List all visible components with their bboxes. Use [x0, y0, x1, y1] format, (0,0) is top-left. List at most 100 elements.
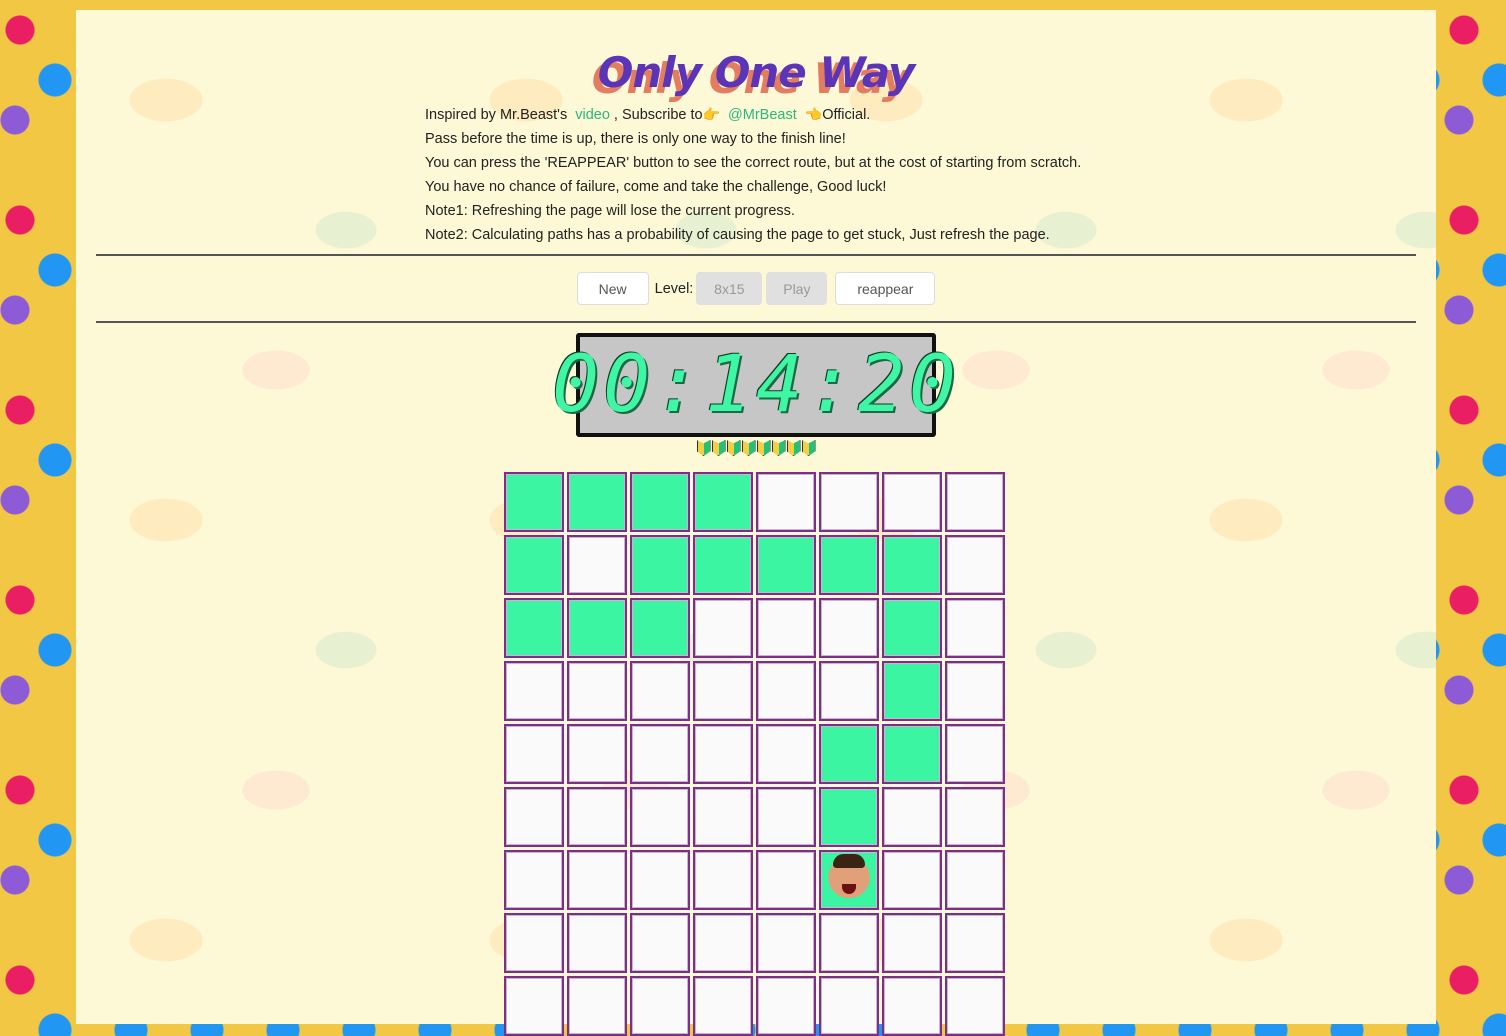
board-cell[interactable] — [756, 913, 816, 973]
path-cell[interactable] — [630, 535, 690, 595]
life-badge-icon — [771, 440, 786, 456]
board-cell[interactable] — [693, 724, 753, 784]
life-badge-icon — [756, 440, 771, 456]
level-label: Level: — [654, 280, 694, 297]
path-cell[interactable] — [567, 598, 627, 658]
intro-line-4: You have no chance of failure, come and … — [425, 179, 887, 195]
path-cell[interactable] — [882, 724, 942, 784]
board-cell[interactable] — [756, 850, 816, 910]
board-cell[interactable] — [504, 976, 564, 1036]
board-cell[interactable] — [567, 787, 627, 847]
life-badge-icon — [786, 440, 801, 456]
board-cell[interactable] — [630, 913, 690, 973]
path-cell[interactable] — [504, 472, 564, 532]
board-cell[interactable] — [945, 535, 1005, 595]
board-cell[interactable] — [819, 661, 879, 721]
game-page: Only One Way Inspired by Mr.Beast's vide… — [76, 10, 1436, 1036]
board-cell[interactable] — [945, 787, 1005, 847]
board-cell[interactable] — [882, 976, 942, 1036]
board-cell[interactable] — [882, 472, 942, 532]
board-cell[interactable] — [945, 913, 1005, 973]
board-cell[interactable] — [819, 472, 879, 532]
lives-indicator — [76, 440, 1436, 456]
controls-bar: New Level: 8x15 Play reappear — [76, 272, 1436, 305]
board-cell[interactable] — [819, 976, 879, 1036]
life-badge-icon — [726, 440, 741, 456]
path-cell[interactable] — [819, 787, 879, 847]
board-cell[interactable] — [756, 598, 816, 658]
board-cell[interactable] — [567, 850, 627, 910]
intro-line-1: Inspired by Mr.Beast's video, Subscribe … — [425, 102, 1145, 127]
board-cell[interactable] — [756, 472, 816, 532]
path-cell[interactable] — [630, 472, 690, 532]
board-cell[interactable] — [630, 976, 690, 1036]
board-cell[interactable] — [945, 598, 1005, 658]
level-select[interactable]: 8x15 — [696, 272, 763, 305]
board-cell[interactable] — [693, 913, 753, 973]
board-cell[interactable] — [819, 598, 879, 658]
path-cell[interactable] — [882, 598, 942, 658]
path-cell[interactable] — [693, 535, 753, 595]
path-cell[interactable] — [882, 661, 942, 721]
board-cell[interactable] — [693, 976, 753, 1036]
new-button[interactable]: New — [576, 272, 649, 305]
board-cell[interactable] — [630, 661, 690, 721]
board-cell[interactable] — [693, 661, 753, 721]
board-cell[interactable] — [693, 598, 753, 658]
mrbeast-channel-link[interactable]: @MrBeast — [728, 107, 797, 123]
player-cell[interactable] — [819, 850, 879, 910]
board-cell[interactable] — [567, 976, 627, 1036]
board-cell[interactable] — [504, 661, 564, 721]
board-cell[interactable] — [945, 976, 1005, 1036]
path-cell[interactable] — [504, 598, 564, 658]
reappear-button[interactable]: reappear — [835, 272, 936, 305]
countdown-timer: 00:14:20 — [552, 333, 956, 437]
board-cell[interactable] — [504, 724, 564, 784]
intro-line-2: Pass before the time is up, there is onl… — [425, 131, 846, 147]
divider-bottom — [96, 321, 1416, 323]
play-button[interactable]: Play — [766, 272, 828, 305]
path-cell[interactable] — [504, 535, 564, 595]
board-cell[interactable] — [756, 976, 816, 1036]
board-cell[interactable] — [945, 661, 1005, 721]
intro-note-1: Note1: Refreshing the page will lose the… — [425, 203, 795, 219]
board-cell[interactable] — [945, 724, 1005, 784]
intro-suffix: Official. — [822, 107, 871, 123]
board-cell[interactable] — [630, 724, 690, 784]
path-cell[interactable] — [756, 535, 816, 595]
board-cell[interactable] — [567, 661, 627, 721]
board-cell[interactable] — [756, 661, 816, 721]
board-cell[interactable] — [819, 913, 879, 973]
path-cell[interactable] — [819, 724, 879, 784]
path-cell[interactable] — [819, 535, 879, 595]
intro-mid: , Subscribe to — [613, 107, 703, 123]
life-badge-icon — [801, 440, 816, 456]
board-cell[interactable] — [630, 850, 690, 910]
board-cell[interactable] — [945, 472, 1005, 532]
intro-line-3: You can press the 'REAPPEAR' button to s… — [425, 155, 1082, 171]
board-cell[interactable] — [882, 787, 942, 847]
board-cell[interactable] — [756, 724, 816, 784]
video-link[interactable]: video — [575, 107, 610, 123]
board-cell[interactable] — [504, 850, 564, 910]
board-cell[interactable] — [504, 787, 564, 847]
board-cell[interactable] — [567, 913, 627, 973]
board-cell[interactable] — [693, 850, 753, 910]
board-cell[interactable] — [504, 913, 564, 973]
path-cell[interactable] — [693, 472, 753, 532]
intro-text: Inspired by Mr.Beast's video, Subscribe … — [425, 102, 1145, 247]
board-cell[interactable] — [882, 850, 942, 910]
pointing-hand-icon: 👉 — [702, 106, 721, 122]
page-title: Only One Way — [597, 48, 916, 97]
path-cell[interactable] — [882, 535, 942, 595]
board-cell[interactable] — [630, 787, 690, 847]
board-cell[interactable] — [567, 724, 627, 784]
path-cell[interactable] — [630, 598, 690, 658]
path-cell[interactable] — [567, 472, 627, 532]
board-cell[interactable] — [882, 913, 942, 973]
board-cell[interactable] — [693, 787, 753, 847]
board-cell[interactable] — [567, 535, 627, 595]
life-badge-icon — [741, 440, 756, 456]
board-cell[interactable] — [756, 787, 816, 847]
board-cell[interactable] — [945, 850, 1005, 910]
